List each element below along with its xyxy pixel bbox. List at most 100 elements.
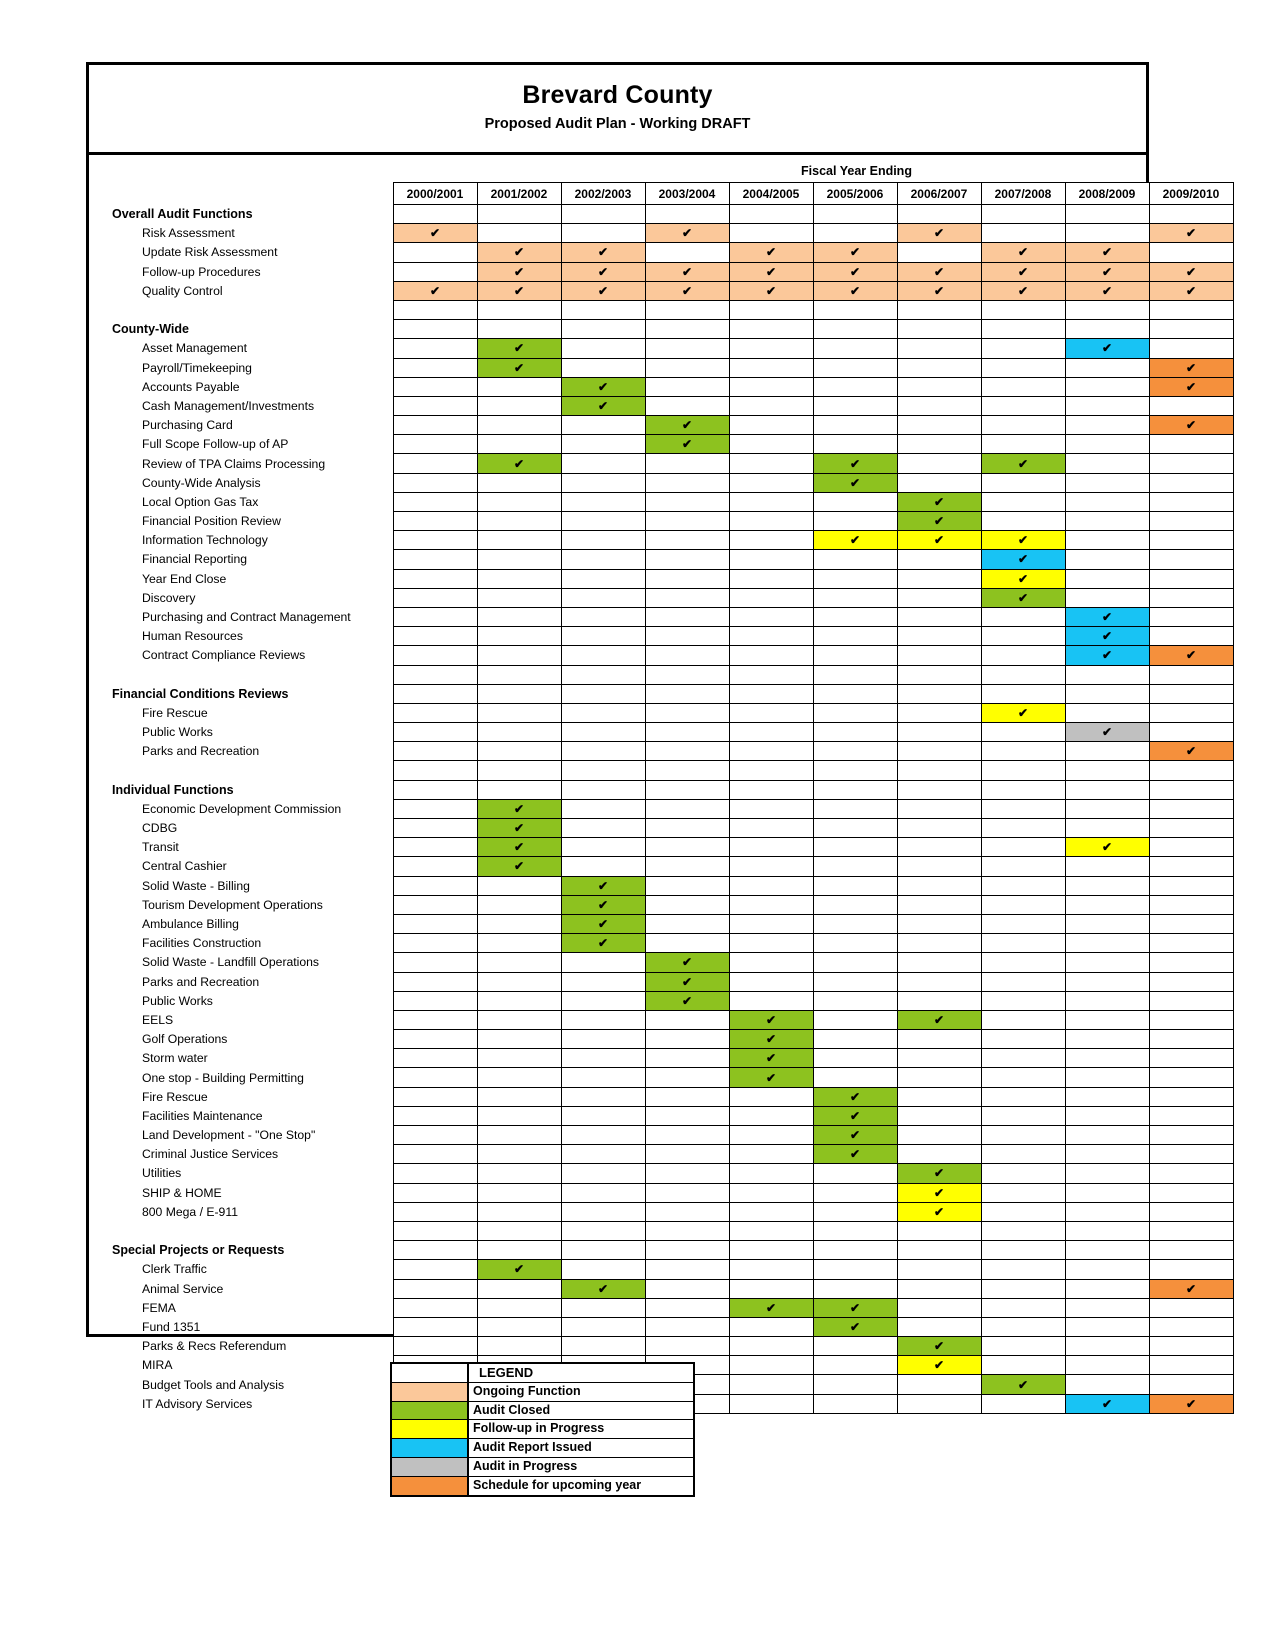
matrix-cell-empty[interactable] — [1064, 1220, 1150, 1242]
matrix-cell-empty[interactable] — [728, 856, 814, 877]
matrix-cell-empty[interactable] — [1064, 971, 1150, 992]
matrix-cell-empty[interactable] — [1064, 1124, 1150, 1146]
matrix-cell-empty[interactable] — [560, 223, 646, 244]
matrix-cell-empty[interactable] — [476, 779, 562, 800]
matrix-cell-empty[interactable] — [1148, 990, 1234, 1011]
matrix-cell-empty[interactable] — [1148, 1182, 1234, 1203]
matrix-cell-marked[interactable]: ✔ — [476, 837, 562, 858]
matrix-cell-marked[interactable]: ✔ — [812, 1144, 898, 1165]
matrix-cell-empty[interactable] — [392, 1067, 478, 1088]
matrix-cell-empty[interactable] — [392, 491, 478, 513]
matrix-cell-empty[interactable] — [896, 203, 982, 225]
matrix-cell-marked[interactable]: ✔ — [896, 1355, 982, 1376]
matrix-cell-empty[interactable] — [812, 837, 898, 858]
matrix-cell-empty[interactable] — [560, 510, 646, 532]
matrix-cell-empty[interactable] — [644, 530, 730, 551]
matrix-cell-empty[interactable] — [896, 434, 982, 455]
matrix-cell-empty[interactable] — [476, 645, 562, 666]
matrix-cell-empty[interactable] — [728, 1393, 814, 1414]
matrix-cell-empty[interactable] — [812, 491, 898, 513]
matrix-cell-empty[interactable] — [728, 702, 814, 724]
matrix-cell-empty[interactable] — [644, 626, 730, 647]
matrix-cell-empty[interactable] — [812, 741, 898, 762]
matrix-cell-empty[interactable] — [644, 453, 730, 474]
matrix-cell-empty[interactable] — [644, 338, 730, 359]
matrix-cell-empty[interactable] — [980, 664, 1066, 685]
matrix-cell-empty[interactable] — [1148, 491, 1234, 513]
matrix-cell-empty[interactable] — [560, 702, 646, 724]
matrix-cell-empty[interactable] — [896, 741, 982, 762]
matrix-cell-empty[interactable] — [980, 1393, 1066, 1414]
matrix-cell-empty[interactable] — [980, 415, 1066, 436]
matrix-cell-empty[interactable] — [1148, 1009, 1234, 1031]
matrix-cell-empty[interactable] — [392, 319, 478, 340]
matrix-cell-marked[interactable]: ✔ — [980, 702, 1066, 724]
matrix-cell-empty[interactable] — [560, 645, 646, 666]
matrix-cell-empty[interactable] — [1064, 415, 1150, 436]
matrix-cell-empty[interactable] — [896, 990, 982, 1011]
matrix-cell-empty[interactable] — [896, 1240, 982, 1261]
matrix-cell-marked[interactable]: ✔ — [1148, 645, 1234, 666]
matrix-cell-empty[interactable] — [392, 1086, 478, 1107]
matrix-cell-empty[interactable] — [980, 1124, 1066, 1146]
matrix-cell-empty[interactable] — [392, 568, 478, 589]
matrix-cell-marked[interactable]: ✔ — [644, 415, 730, 436]
matrix-cell-marked[interactable]: ✔ — [644, 952, 730, 973]
matrix-cell-empty[interactable] — [560, 491, 646, 513]
matrix-cell-empty[interactable] — [560, 1297, 646, 1318]
matrix-cell-empty[interactable] — [1064, 1355, 1150, 1376]
matrix-cell-empty[interactable] — [644, 702, 730, 724]
matrix-cell-empty[interactable] — [392, 1220, 478, 1242]
matrix-cell-marked[interactable]: ✔ — [392, 280, 478, 301]
matrix-cell-empty[interactable] — [476, 587, 562, 608]
matrix-cell-empty[interactable] — [896, 1105, 982, 1127]
matrix-cell-marked[interactable]: ✔ — [812, 261, 898, 282]
matrix-cell-empty[interactable] — [392, 395, 478, 417]
matrix-cell-empty[interactable] — [644, 1201, 730, 1222]
matrix-cell-empty[interactable] — [728, 952, 814, 973]
matrix-cell-empty[interactable] — [896, 894, 982, 915]
matrix-cell-empty[interactable] — [476, 395, 562, 417]
matrix-cell-empty[interactable] — [392, 837, 478, 858]
matrix-cell-empty[interactable] — [980, 1067, 1066, 1088]
matrix-cell-empty[interactable] — [980, 952, 1066, 973]
matrix-cell-empty[interactable] — [476, 1009, 562, 1031]
matrix-cell-empty[interactable] — [476, 1144, 562, 1165]
matrix-cell-empty[interactable] — [896, 722, 982, 743]
matrix-cell-empty[interactable] — [392, 1009, 478, 1031]
matrix-cell-empty[interactable] — [476, 530, 562, 551]
matrix-cell-empty[interactable] — [1148, 760, 1234, 781]
matrix-cell-marked[interactable]: ✔ — [812, 1124, 898, 1146]
matrix-cell-empty[interactable] — [812, 319, 898, 340]
matrix-cell-empty[interactable] — [980, 319, 1066, 340]
matrix-cell-empty[interactable] — [560, 1316, 646, 1338]
matrix-cell-marked[interactable]: ✔ — [812, 1105, 898, 1127]
matrix-cell-empty[interactable] — [644, 549, 730, 570]
matrix-cell-marked[interactable]: ✔ — [644, 223, 730, 244]
matrix-cell-empty[interactable] — [644, 1144, 730, 1165]
matrix-cell-empty[interactable] — [1064, 491, 1150, 513]
matrix-cell-empty[interactable] — [1148, 779, 1234, 800]
matrix-cell-empty[interactable] — [476, 434, 562, 455]
matrix-cell-empty[interactable] — [644, 568, 730, 589]
matrix-cell-empty[interactable] — [812, 338, 898, 359]
matrix-cell-empty[interactable] — [728, 223, 814, 244]
matrix-cell-empty[interactable] — [392, 1316, 478, 1338]
matrix-cell-empty[interactable] — [476, 664, 562, 685]
matrix-cell-empty[interactable] — [560, 1009, 646, 1031]
matrix-cell-empty[interactable] — [812, 664, 898, 685]
matrix-cell-empty[interactable] — [560, 952, 646, 973]
matrix-cell-empty[interactable] — [392, 913, 478, 935]
matrix-cell-marked[interactable]: ✔ — [1148, 415, 1234, 436]
matrix-cell-empty[interactable] — [392, 645, 478, 666]
matrix-cell-empty[interactable] — [1064, 856, 1150, 877]
matrix-cell-empty[interactable] — [644, 875, 730, 896]
matrix-cell-empty[interactable] — [896, 1144, 982, 1165]
matrix-cell-empty[interactable] — [980, 1009, 1066, 1031]
matrix-cell-empty[interactable] — [896, 875, 982, 896]
matrix-cell-empty[interactable] — [728, 664, 814, 685]
matrix-cell-empty[interactable] — [728, 299, 814, 321]
matrix-cell-empty[interactable] — [560, 1124, 646, 1146]
matrix-cell-empty[interactable] — [896, 1048, 982, 1069]
matrix-cell-empty[interactable] — [896, 568, 982, 589]
